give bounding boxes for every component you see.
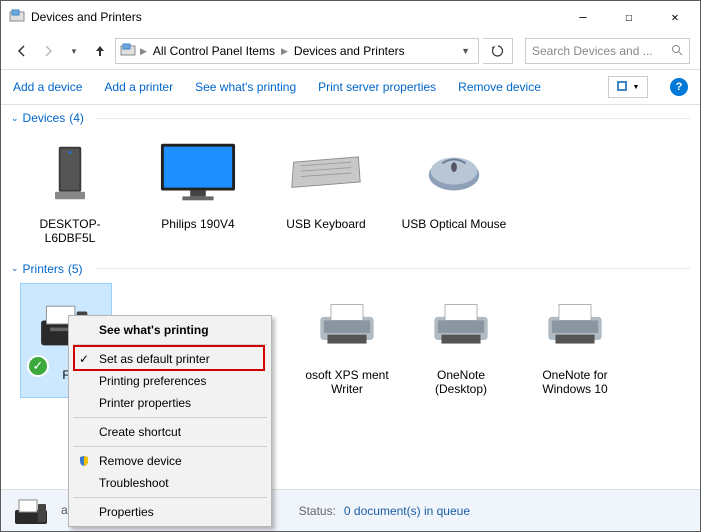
section-count: (4) (69, 111, 84, 125)
menu-troubleshoot[interactable]: Troubleshoot (71, 472, 269, 494)
view-options-button[interactable]: ▼ (608, 76, 648, 98)
computer-icon (30, 133, 110, 213)
window-titlebar: Devices and Printers — ☐ ✕ (1, 1, 700, 33)
command-toolbar: Add a device Add a printer See what's pr… (1, 69, 700, 105)
mouse-icon (414, 133, 494, 213)
search-placeholder: Search Devices and ... (532, 44, 671, 58)
device-label: USB Keyboard (286, 217, 365, 231)
breadcrumb-chevron[interactable]: ▶ (279, 46, 290, 57)
status-value: 0 document(s) in queue (344, 504, 470, 518)
section-header-printers[interactable]: ⌄ Printers (5) (1, 256, 700, 280)
back-button[interactable] (11, 40, 33, 62)
context-menu: See what's printing ✓ Set as default pri… (68, 315, 272, 527)
close-button[interactable]: ✕ (652, 2, 698, 32)
device-label: Philips 190V4 (161, 217, 234, 231)
help-button[interactable]: ? (670, 78, 688, 96)
breadcrumb-dropdown[interactable]: ▼ (457, 46, 474, 56)
device-item[interactable]: Philips 190V4 (143, 133, 253, 246)
breadcrumb-root-icon (120, 43, 136, 60)
printer-icon (307, 284, 387, 364)
printer-label: OneNote for Windows 10 (525, 368, 625, 397)
recent-dropdown[interactable]: ▼ (63, 40, 85, 62)
device-label: DESKTOP-L6DBF5L (15, 217, 125, 246)
printer-item[interactable]: osoft XPS ment Writer (297, 284, 397, 397)
breadcrumb-item[interactable]: Devices and Printers (292, 42, 407, 60)
menu-create-shortcut[interactable]: Create shortcut (71, 421, 269, 443)
default-check-icon: ✓ (27, 355, 49, 377)
menu-remove-device[interactable]: Remove device (71, 450, 269, 472)
section-label: Devices (23, 111, 66, 125)
printer-label: OneNote (Desktop) (411, 368, 511, 397)
breadcrumb-item[interactable]: All Control Panel Items (151, 42, 277, 60)
printer-label: osoft XPS ment Writer (297, 368, 397, 397)
devices-grid: DESKTOP-L6DBF5L Philips 190V4 USB Keyboa… (1, 129, 700, 256)
menu-preferences[interactable]: Printing preferences (71, 370, 269, 392)
menu-set-default[interactable]: ✓ Set as default printer (71, 348, 269, 370)
app-icon (9, 9, 25, 25)
refresh-button[interactable] (483, 38, 513, 64)
shield-icon (77, 454, 91, 468)
printer-icon (421, 284, 501, 364)
device-item[interactable]: USB Optical Mouse (399, 133, 509, 246)
device-item[interactable]: USB Keyboard (271, 133, 381, 246)
up-button[interactable] (89, 40, 111, 62)
remove-device-button[interactable]: Remove device (458, 80, 541, 94)
minimize-button[interactable]: — (560, 2, 606, 32)
status-label: Status: (286, 504, 336, 518)
breadcrumb-chevron[interactable]: ▶ (138, 46, 149, 57)
status-printer-icon (11, 496, 47, 526)
maximize-button[interactable]: ☐ (606, 2, 652, 32)
check-icon: ✓ (77, 352, 91, 366)
window-title: Devices and Printers (31, 10, 560, 24)
section-header-devices[interactable]: ⌄ Devices (4) (1, 105, 700, 129)
section-count: (5) (68, 262, 83, 276)
search-input[interactable]: Search Devices and ... (525, 38, 690, 64)
add-device-button[interactable]: Add a device (13, 80, 82, 94)
menu-properties[interactable]: Properties (71, 501, 269, 523)
collapse-icon: ⌄ (11, 113, 19, 124)
menu-see-printing[interactable]: See what's printing (71, 319, 269, 341)
printer-item[interactable]: OneNote (Desktop) (411, 284, 511, 397)
menu-printer-properties[interactable]: Printer properties (71, 392, 269, 414)
device-item[interactable]: DESKTOP-L6DBF5L (15, 133, 125, 246)
collapse-icon: ⌄ (11, 263, 19, 274)
print-server-button[interactable]: Print server properties (318, 80, 436, 94)
add-printer-button[interactable]: Add a printer (104, 80, 173, 94)
forward-button[interactable] (37, 40, 59, 62)
device-label: USB Optical Mouse (402, 217, 507, 231)
search-icon (671, 44, 683, 59)
navigation-bar: ▼ ▶ All Control Panel Items ▶ Devices an… (1, 33, 700, 69)
keyboard-icon (286, 133, 366, 213)
section-label: Printers (23, 262, 64, 276)
monitor-icon (158, 133, 238, 213)
printer-item[interactable]: OneNote for Windows 10 (525, 284, 625, 397)
printer-icon (535, 284, 615, 364)
address-bar[interactable]: ▶ All Control Panel Items ▶ Devices and … (115, 38, 479, 64)
see-printing-button[interactable]: See what's printing (195, 80, 296, 94)
